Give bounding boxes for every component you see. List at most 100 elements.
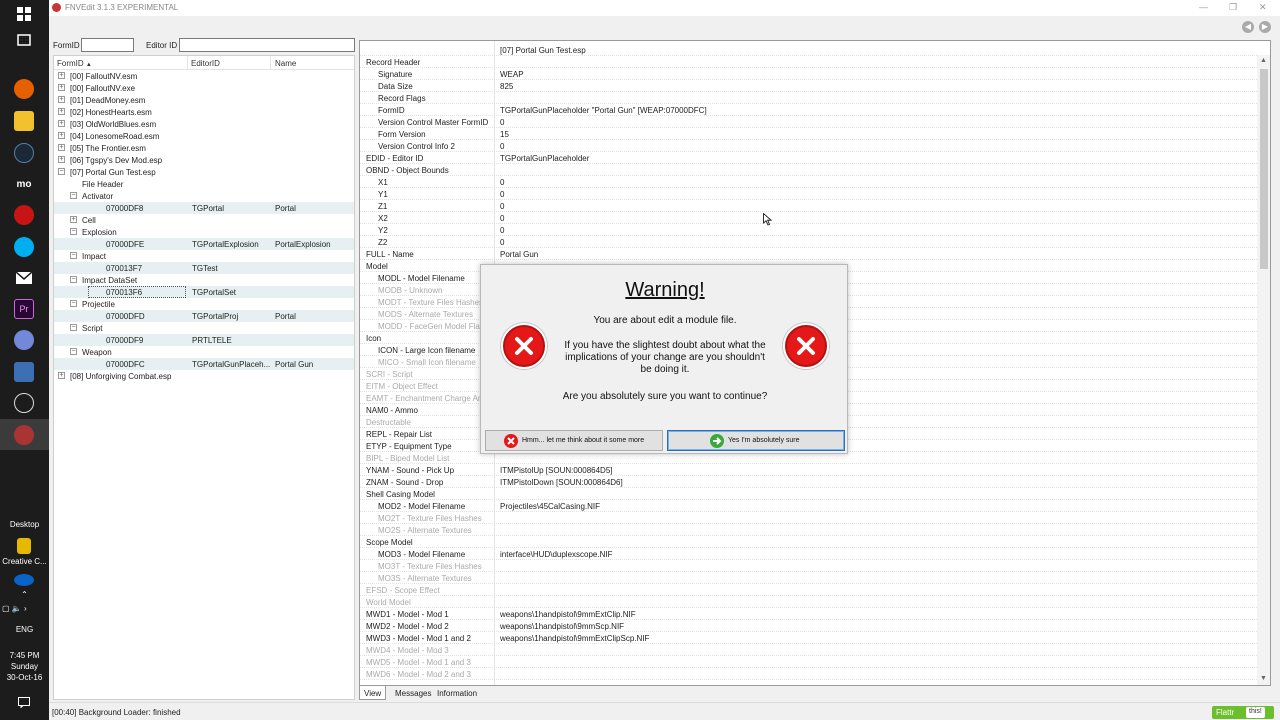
- tab-view[interactable]: View: [359, 686, 387, 700]
- tree-row[interactable]: + [01] DeadMoney.esm: [54, 94, 354, 106]
- record-field-value[interactable]: ITMPistolDown [SOUN:000864D6]: [500, 478, 623, 487]
- tree-row[interactable]: 07000DF9 PRTLTELE: [54, 334, 354, 346]
- tree-row[interactable]: − Activator: [54, 190, 354, 202]
- expand-icon[interactable]: +: [58, 72, 65, 79]
- collapse-icon[interactable]: −: [70, 228, 77, 235]
- editorid-filter-input[interactable]: [179, 38, 355, 52]
- record-row[interactable]: Version Control Info 2 0: [360, 140, 1257, 152]
- action-center-icon[interactable]: [14, 692, 34, 712]
- title-bar[interactable]: FNVEdit 3.1.3 EXPERIMENTAL — ❐ ✕: [49, 0, 1280, 16]
- collapse-icon[interactable]: −: [70, 252, 77, 259]
- formid-filter-input[interactable]: [81, 38, 134, 52]
- tree-row[interactable]: + [02] HonestHearts.esm: [54, 106, 354, 118]
- record-row[interactable]: Signature WEAP: [360, 68, 1257, 80]
- record-row[interactable]: Z2 0: [360, 236, 1257, 248]
- tree-row[interactable]: File Header: [54, 178, 354, 190]
- record-row[interactable]: Shell Casing Model: [360, 488, 1257, 500]
- record-field-value[interactable]: interface\HUD\duplexscope.NIF: [500, 550, 613, 559]
- volume-icon[interactable]: 🔈: [12, 604, 22, 613]
- record-tree[interactable]: FormID ▲ EditorID Name + [00] FalloutNV.e…: [53, 55, 355, 700]
- tree-row[interactable]: + Cell: [54, 214, 354, 226]
- collapse-icon[interactable]: −: [70, 348, 77, 355]
- collapse-icon[interactable]: −: [70, 192, 77, 199]
- record-row[interactable]: OBND - Object Bounds: [360, 164, 1257, 176]
- tree-row[interactable]: 07000DFE TGPortalExplosion PortalExplosion: [54, 238, 354, 250]
- expand-icon[interactable]: +: [58, 144, 65, 151]
- forward-arrow-icon[interactable]: ▶: [1259, 21, 1271, 33]
- mail-icon[interactable]: [14, 268, 34, 288]
- record-row[interactable]: Record Flags: [360, 92, 1257, 104]
- record-row[interactable]: MWD1 - Model - Mod 1 weapons\1handpistol\…: [360, 608, 1257, 620]
- tree-row[interactable]: 07000DFD TGPortalProj Portal: [54, 310, 354, 322]
- app-window-icon[interactable]: [14, 362, 34, 382]
- record-row[interactable]: MO2S - Alternate Textures: [360, 524, 1257, 536]
- record-row[interactable]: MOD2 - Model Filename Projectiles\45CalCa…: [360, 500, 1257, 512]
- record-field-value[interactable]: 0: [500, 202, 504, 211]
- tree-row[interactable]: 070013F7 TGTest: [54, 262, 354, 274]
- record-field-value[interactable]: weapons\1handpistol\9mmExtClipScp.NIF: [500, 634, 649, 643]
- record-field-value[interactable]: WEAP: [500, 70, 524, 79]
- record-field-value[interactable]: 0: [500, 142, 504, 151]
- onedrive-icon[interactable]: [14, 574, 34, 586]
- obs-icon[interactable]: [14, 393, 34, 413]
- tree-row[interactable]: + [00] FalloutNV.exe: [54, 82, 354, 94]
- record-field-value[interactable]: 0: [500, 178, 504, 187]
- record-field-value[interactable]: 0: [500, 226, 504, 235]
- record-field-value[interactable]: Projectiles\45CalCasing.NIF: [500, 502, 600, 511]
- steam-icon[interactable]: [14, 143, 34, 163]
- record-row[interactable]: MO3S - Alternate Textures: [360, 572, 1257, 584]
- tree-row[interactable]: + [05] The Frontier.esm: [54, 142, 354, 154]
- confirm-button[interactable]: Yes I'm absolutely sure: [667, 430, 845, 451]
- discord-icon[interactable]: [14, 330, 34, 350]
- scroll-down-icon[interactable]: ▼: [1260, 675, 1267, 682]
- record-field-value[interactable]: 0: [500, 190, 504, 199]
- clock-time[interactable]: 7:45 PM: [0, 651, 49, 660]
- record-row[interactable]: ZNAM - Sound - Drop ITMPistolDown [SOUN:0…: [360, 476, 1257, 488]
- creative-cloud-label[interactable]: Creative C...: [0, 557, 49, 566]
- record-row[interactable]: Version Control Master FormID 0: [360, 116, 1257, 128]
- record-row[interactable]: MO2T - Texture Files Hashes: [360, 512, 1257, 524]
- record-row[interactable]: MWD3 - Model - Mod 1 and 2 weapons\1handp…: [360, 632, 1257, 644]
- premiere-pro-icon[interactable]: Pr: [14, 299, 34, 319]
- file-explorer-icon[interactable]: [14, 111, 34, 131]
- tree-row[interactable]: − Impact DataSet: [54, 274, 354, 286]
- column-formid[interactable]: FormID ▲: [57, 59, 92, 68]
- record-field-value[interactable]: 0: [500, 238, 504, 247]
- column-divider[interactable]: [270, 56, 271, 70]
- tree-row[interactable]: + [00] FalloutNV.esm: [54, 70, 354, 82]
- expand-icon[interactable]: +: [58, 132, 65, 139]
- record-row[interactable]: Z1 0: [360, 200, 1257, 212]
- tree-row[interactable]: 07000DF8 TGPortal Portal: [54, 202, 354, 214]
- column-editorid[interactable]: EditorID: [191, 59, 220, 68]
- firefox-icon[interactable]: [14, 79, 34, 99]
- record-row[interactable]: Y2 0: [360, 224, 1257, 236]
- tree-row[interactable]: − [07] Portal Gun Test.esp: [54, 166, 354, 178]
- network-icon[interactable]: ▢: [2, 604, 10, 613]
- tray-icons[interactable]: ▢ 🔈 ›: [0, 604, 49, 613]
- red-app-icon[interactable]: [14, 205, 34, 225]
- collapse-icon[interactable]: −: [70, 300, 77, 307]
- folder-icon[interactable]: [17, 538, 31, 554]
- record-field-value[interactable]: 0: [500, 118, 504, 127]
- tree-row[interactable]: 070013F6 TGPortalSet: [54, 286, 354, 298]
- record-row[interactable]: Y1 0: [360, 188, 1257, 200]
- record-field-value[interactable]: TGPortalGunPlaceholder "Portal Gun" [WEA…: [500, 106, 707, 115]
- column-divider[interactable]: [187, 56, 188, 70]
- record-row[interactable]: FULL - Name Portal Gun: [360, 248, 1257, 260]
- scrollbar-thumb[interactable]: [1260, 69, 1268, 269]
- record-row[interactable]: YNAM - Sound - Pick Up ITMPistolUp [SOUN:…: [360, 464, 1257, 476]
- windows-start-icon[interactable]: [14, 4, 34, 24]
- tree-row[interactable]: − Projectile: [54, 298, 354, 310]
- record-field-value[interactable]: [07] Portal Gun Test.esp: [500, 46, 586, 55]
- expand-icon[interactable]: +: [58, 108, 65, 115]
- fnvedit-taskbar-icon[interactable]: [14, 425, 34, 445]
- tree-row[interactable]: + [04] LonesomeRoad.esm: [54, 130, 354, 142]
- collapse-icon[interactable]: −: [70, 324, 77, 331]
- minimize-button[interactable]: —: [1199, 2, 1208, 12]
- record-field-value[interactable]: Portal Gun: [500, 250, 538, 259]
- skype-icon[interactable]: [14, 237, 34, 257]
- record-row[interactable]: Record Header: [360, 56, 1257, 68]
- record-row[interactable]: MWD2 - Model - Mod 2 weapons\1handpistol\…: [360, 620, 1257, 632]
- language-indicator[interactable]: ENG: [0, 625, 49, 634]
- record-field-value[interactable]: 15: [500, 130, 509, 139]
